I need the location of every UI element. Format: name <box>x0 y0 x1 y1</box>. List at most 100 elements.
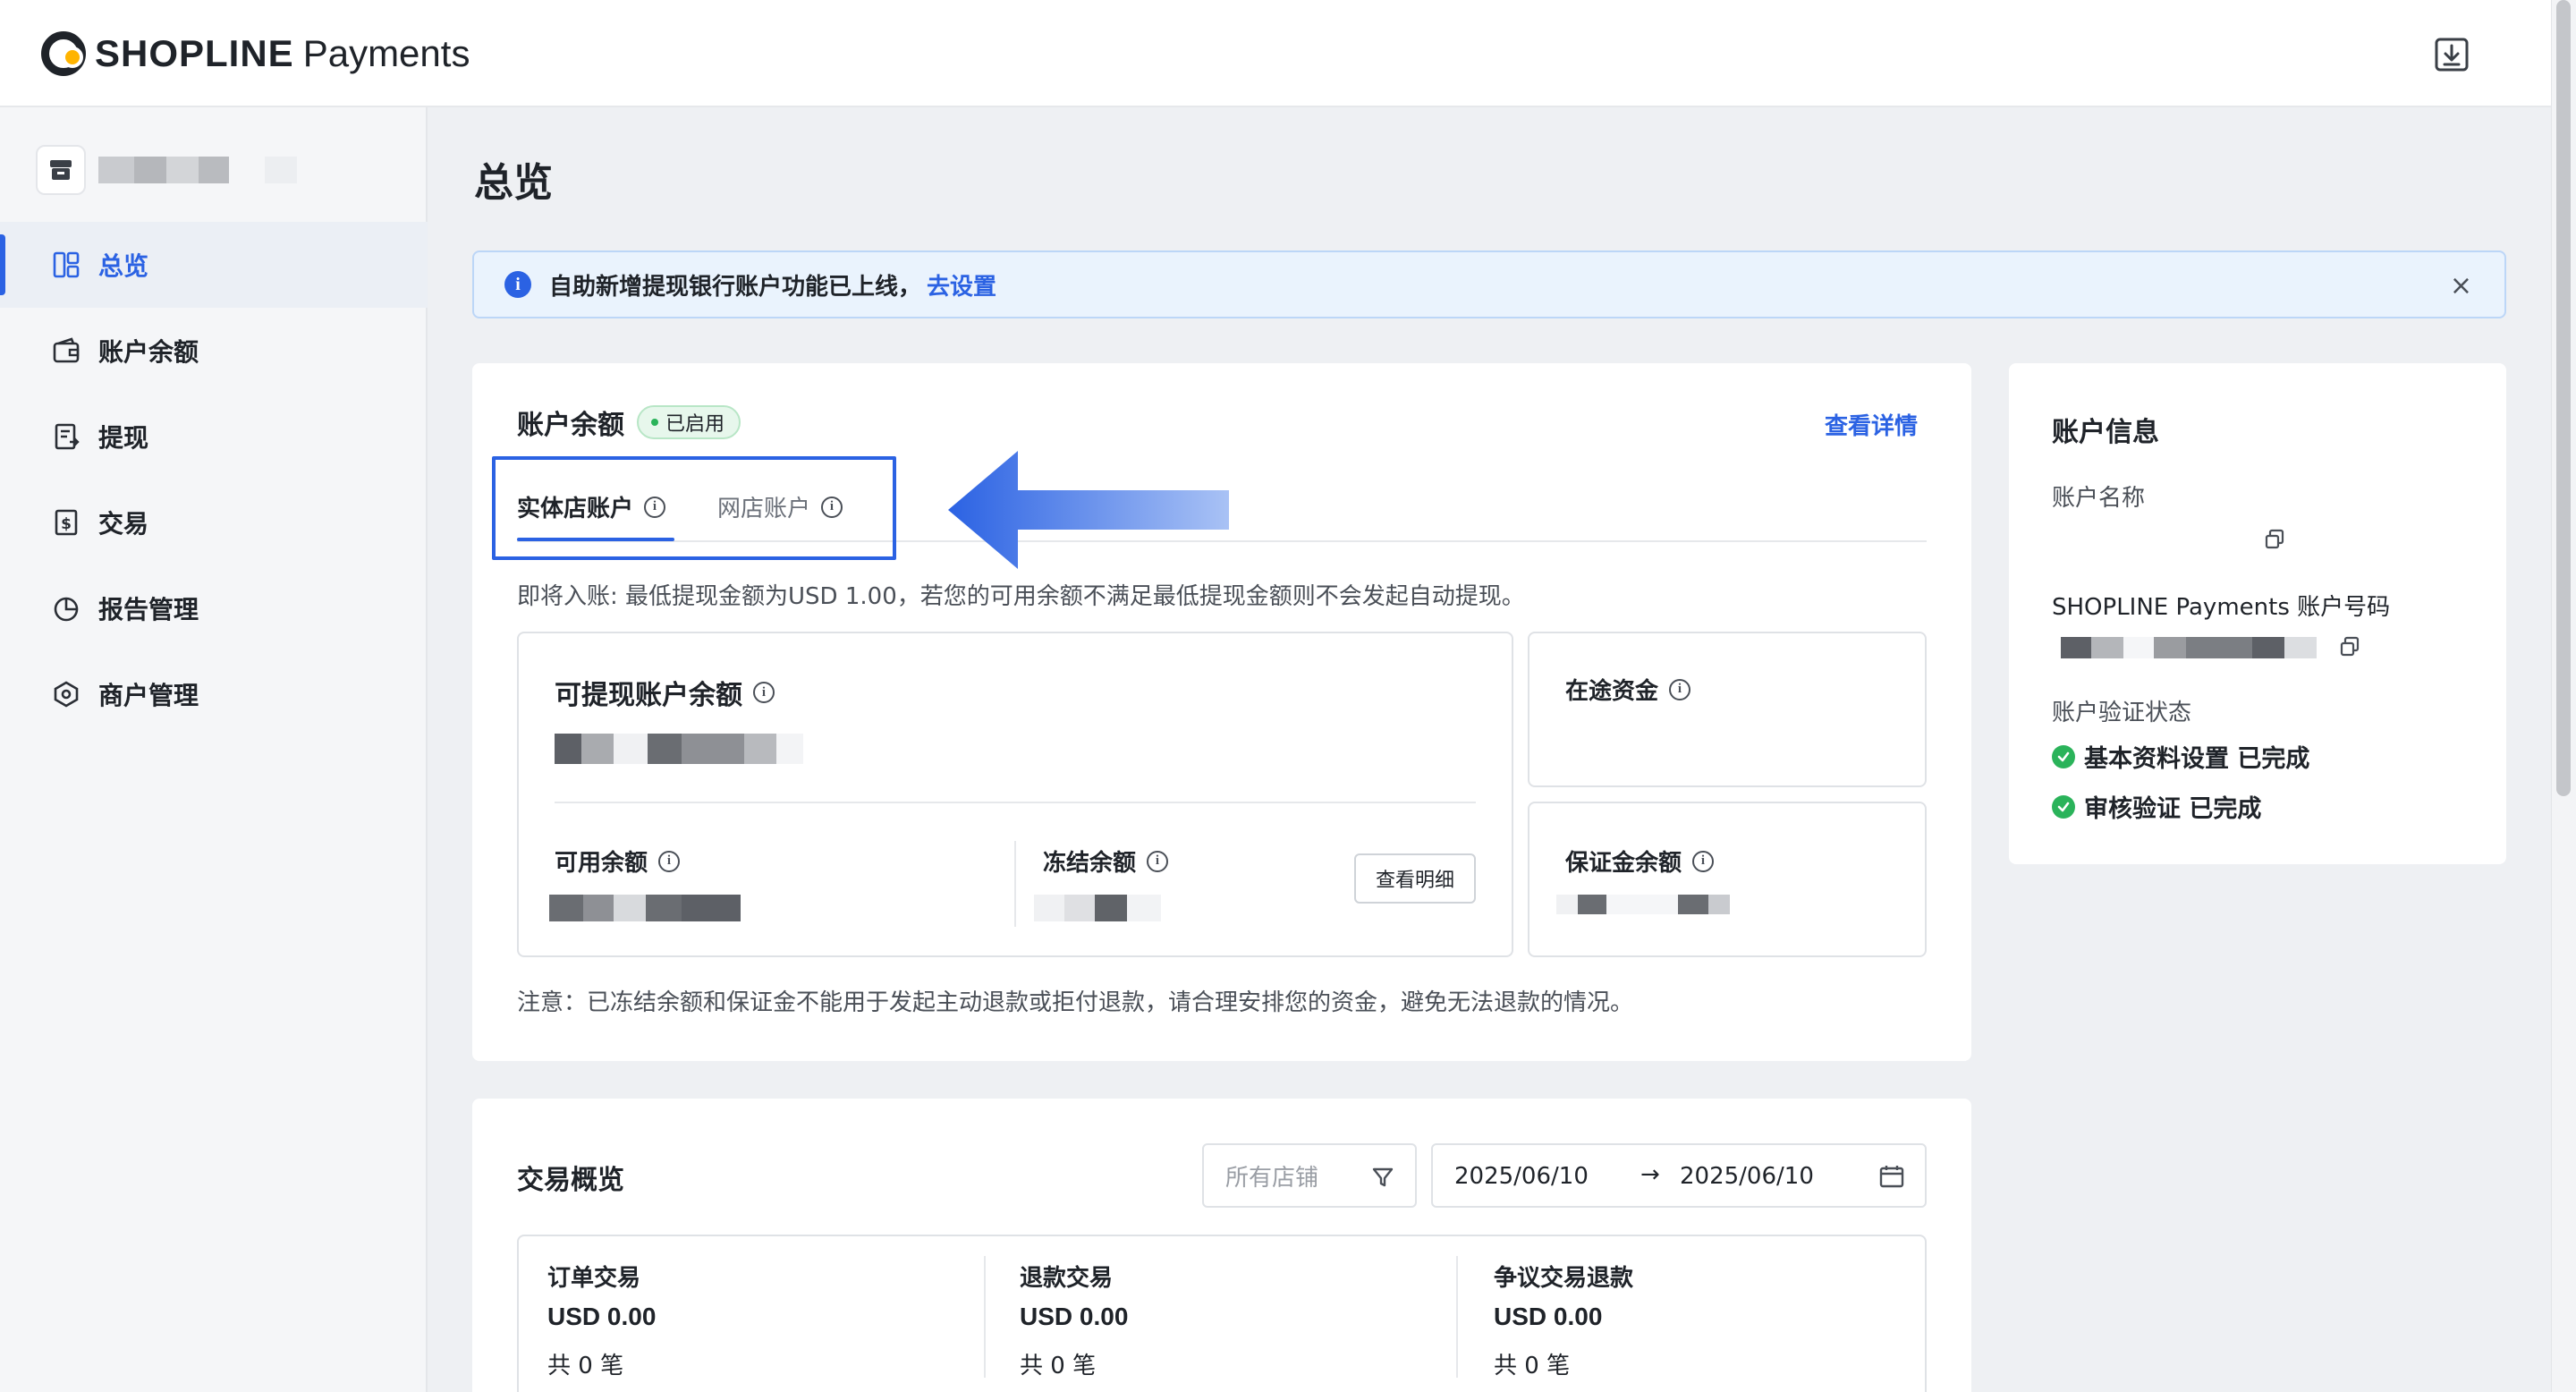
deposit-label-text: 保证金余额 <box>1565 850 1682 877</box>
shop-name-redacted <box>98 157 297 183</box>
account-info-title: 账户信息 <box>2052 417 2159 448</box>
column-divider <box>1014 841 1016 927</box>
report-icon <box>54 597 79 622</box>
date-end[interactable]: 2025/06/10 <box>1680 1163 1814 1190</box>
close-icon[interactable]: × <box>2450 270 2472 301</box>
shop-switcher[interactable] <box>36 145 297 195</box>
withdrawable-label-text: 可提现账户余额 <box>555 680 742 711</box>
info-icon[interactable]: i <box>753 682 775 703</box>
sidebar-item-reports[interactable]: 报告管理 <box>0 565 428 651</box>
logo-mark-icon <box>41 31 86 76</box>
verify-status-label: 账户验证状态 <box>2052 700 2192 726</box>
withdrawable-label: 可提现账户余额 i <box>555 673 775 712</box>
in-transit-label-text: 在途资金 <box>1565 678 1659 705</box>
sidebar-item-balance[interactable]: 账户余额 <box>0 308 428 394</box>
arrow-left-icon <box>948 451 1229 569</box>
sidebar-item-overview[interactable]: 总览 <box>0 222 428 308</box>
info-icon[interactable]: i <box>1692 850 1715 872</box>
store-filter[interactable]: 所有店铺 <box>1202 1143 1417 1208</box>
dispute-refund-value: USD 0.00 <box>1494 1303 1603 1330</box>
balance-title: 账户余额 <box>517 410 624 441</box>
frozen-amount-redacted <box>1034 895 1161 921</box>
sidebar-item-label: 交易 <box>98 509 149 539</box>
date-start[interactable]: 2025/06/10 <box>1454 1163 1589 1190</box>
status-badge: 已启用 <box>637 405 741 439</box>
sidebar-nav: 总览 账户余额 提现 $ 交易 报告管理 商户管理 <box>0 222 428 737</box>
account-number-redacted <box>2061 637 2317 658</box>
basic-info-status-text: 基本资料设置 已完成 <box>2084 745 2310 773</box>
available-amount-redacted <box>549 895 741 921</box>
date-range-picker[interactable]: 2025/06/10 → 2025/06/10 <box>1431 1143 1927 1208</box>
deposit-label: 保证金余额 i <box>1565 845 1715 878</box>
dispute-refund-label: 争议交易退款 <box>1494 1265 1634 1292</box>
view-details-link[interactable]: 查看详情 <box>1825 408 1918 441</box>
incoming-note: 即将入账: 最低提现金额为USD 1.00，若您的可用余额不满足最低提现金额则不… <box>517 583 1525 610</box>
dashboard-icon <box>53 251 80 278</box>
withdrawable-amount-redacted <box>555 734 803 764</box>
svg-text:$: $ <box>61 515 72 533</box>
column-divider <box>984 1256 986 1378</box>
filter-icon <box>1372 1167 1394 1187</box>
order-trade-label: 订单交易 <box>547 1265 641 1292</box>
dispute-refund-count: 共 0 笔 <box>1494 1353 1571 1379</box>
check-circle-icon <box>2052 744 2075 768</box>
transaction-icon: $ <box>55 509 78 536</box>
sidebar-item-label: 商户管理 <box>98 681 199 710</box>
order-trade-value: USD 0.00 <box>547 1303 657 1330</box>
info-icon[interactable]: i <box>1147 850 1169 872</box>
review-status-text: 审核验证 已完成 <box>2084 795 2262 823</box>
check-circle-icon <box>2052 794 2075 819</box>
top-bar: SHOPLINE Payments <box>0 0 2551 107</box>
sidebar-item-merchant[interactable]: 商户管理 <box>0 651 428 737</box>
wallet-icon <box>53 337 80 363</box>
balance-header: 账户余额 已启用 <box>517 403 741 442</box>
info-icon[interactable]: i <box>1669 678 1691 700</box>
notice-banner: i 自助新增提现银行账户功能已上线， 去设置 × <box>472 250 2506 318</box>
sidebar-item-label: 报告管理 <box>98 595 199 624</box>
shopline-payments-logo[interactable]: SHOPLINE Payments <box>41 27 470 81</box>
sidebar-item-label: 账户余额 <box>98 337 199 367</box>
merchant-icon <box>54 681 79 708</box>
frozen-label: 冻结余额 i <box>1043 845 1169 878</box>
sidebar-item-transactions[interactable]: $ 交易 <box>0 480 428 565</box>
order-trade-count: 共 0 笔 <box>547 1353 624 1379</box>
basic-info-status: 基本资料设置 已完成 <box>2052 739 2309 774</box>
trade-stats-panel <box>517 1235 1927 1392</box>
calendar-icon <box>1879 1166 1904 1188</box>
available-label-text: 可用余额 <box>555 850 648 877</box>
page-scrollbar-thumb[interactable] <box>2556 0 2571 796</box>
page-title: 总览 <box>474 160 553 206</box>
sidebar-item-withdraw[interactable]: 提现 <box>0 394 428 480</box>
copy-icon[interactable] <box>2263 528 2286 551</box>
frozen-label-text: 冻结余额 <box>1043 850 1137 877</box>
column-divider <box>1456 1256 1458 1378</box>
logo-brand-text: SHOPLINE <box>95 32 294 74</box>
download-icon <box>2435 38 2469 72</box>
notice-text: 自助新增提现银行账户功能已上线， <box>549 273 922 301</box>
view-breakdown-button[interactable]: 查看明细 <box>1354 853 1476 904</box>
download-button[interactable] <box>2431 34 2472 75</box>
store-filter-placeholder: 所有店铺 <box>1225 1164 1319 1192</box>
info-icon: i <box>504 271 531 298</box>
store-icon <box>50 160 72 180</box>
balance-footnote: 注意：已冻结余额和保证金不能用于发起主动退款或拒付退款，请合理安排您的资金，避免… <box>517 989 1634 1016</box>
in-transit-label: 在途资金 i <box>1565 673 1691 706</box>
review-status: 审核验证 已完成 <box>2052 789 2261 824</box>
info-icon[interactable]: i <box>658 850 681 872</box>
deposit-panel <box>1528 802 1927 957</box>
sidebar: 总览 账户余额 提现 $ 交易 报告管理 商户管理 <box>0 107 428 1392</box>
deposit-amount-redacted <box>1556 895 1730 914</box>
account-number-label: SHOPLINE Payments 账户号码 <box>2052 594 2391 621</box>
notice-setup-link[interactable]: 去设置 <box>927 268 996 301</box>
withdraw-icon <box>55 423 80 450</box>
sidebar-item-label: 提现 <box>98 423 149 453</box>
tabs-highlight-box <box>492 456 896 560</box>
logo-product-text: Payments <box>302 32 470 74</box>
shop-avatar <box>36 145 86 195</box>
available-label: 可用余额 i <box>555 845 681 878</box>
refund-trade-label: 退款交易 <box>1020 1265 1114 1292</box>
refund-trade-value: USD 0.00 <box>1020 1303 1129 1330</box>
copy-icon[interactable] <box>2338 635 2361 658</box>
in-transit-panel <box>1528 632 1927 787</box>
refund-trade-count: 共 0 笔 <box>1020 1353 1097 1379</box>
